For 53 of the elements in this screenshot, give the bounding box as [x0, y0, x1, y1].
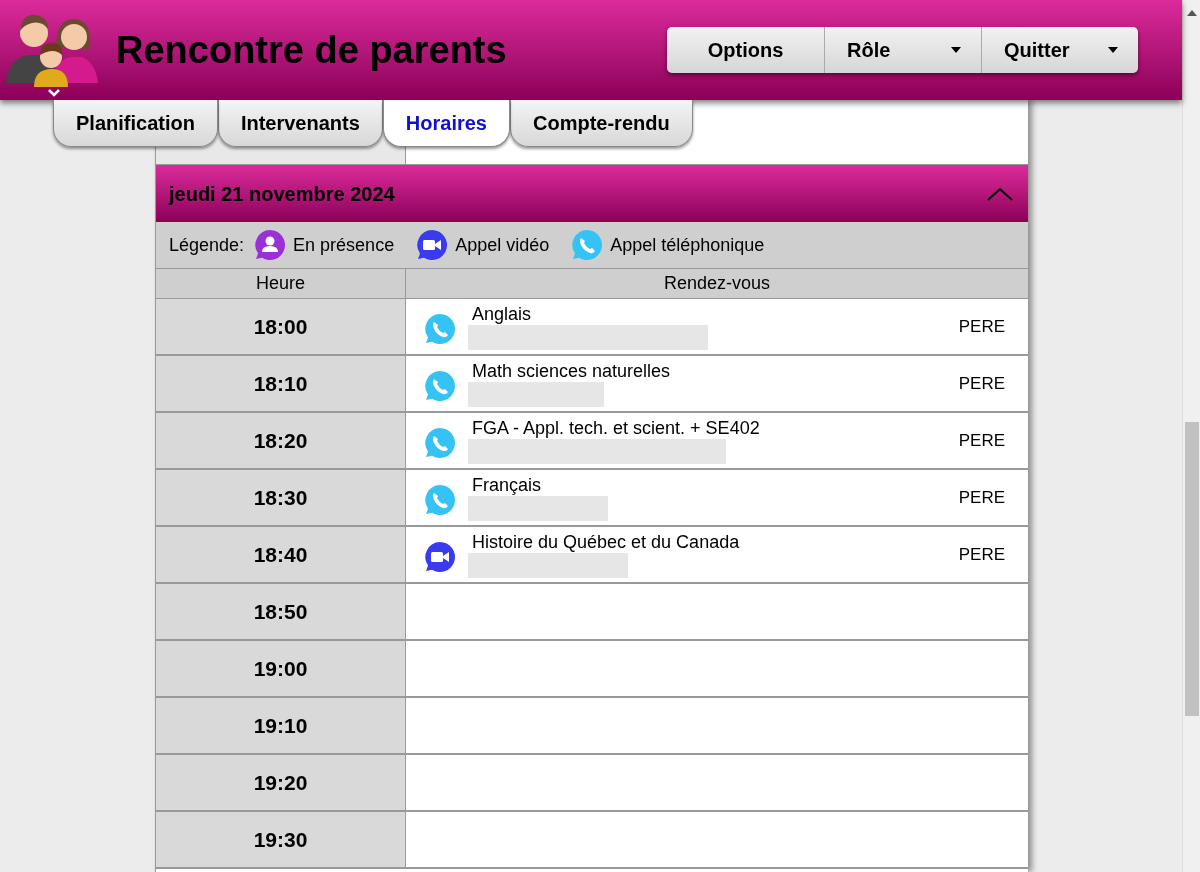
legend-text: Appel téléphonique — [610, 233, 765, 257]
tab[interactable]: Horaires — [382, 100, 510, 147]
appointment-cell[interactable]: Français PERE — [406, 470, 1028, 525]
app-title: Rencontre de parents — [116, 27, 507, 73]
day-title: jeudi 21 novembre 2024 — [169, 181, 395, 207]
time-cell: 18:00 — [156, 299, 406, 354]
scroll-up-icon[interactable] — [1187, 10, 1197, 16]
parent-label: PERE — [958, 543, 1005, 566]
appointment-cell[interactable]: Math sciences naturelles PERE — [406, 356, 1028, 411]
appointment-cell[interactable]: Histoire du Québec et du Canada PERE — [406, 527, 1028, 582]
time-cell: 19:00 — [156, 641, 406, 696]
time-cell: 18:10 — [156, 356, 406, 411]
parent-label: PERE — [958, 429, 1005, 452]
time-cell: 18:20 — [156, 413, 406, 468]
appointment-cell[interactable]: Anglais PERE — [406, 299, 1028, 354]
subject-text: Anglais — [472, 303, 533, 325]
time-cell: 19:10 — [156, 698, 406, 753]
parent-label: PERE — [958, 486, 1005, 509]
time-cell: 18:30 — [156, 470, 406, 525]
menu-button[interactable]: Options — [667, 27, 824, 73]
time-cell: 19:30 — [156, 812, 406, 867]
time-cell: 18:50 — [156, 584, 406, 639]
phone-bubble-icon — [424, 483, 456, 516]
time-cell: 18:40 — [156, 527, 406, 582]
subject-text: Histoire du Québec et du Canada — [472, 531, 740, 553]
phone-bubble-icon — [424, 369, 456, 402]
tab[interactable]: Planification — [53, 100, 218, 147]
menu-button[interactable]: Rôle — [824, 27, 981, 73]
time-cell: 19:20 — [156, 755, 406, 810]
menu-button[interactable]: Quitter — [981, 27, 1138, 73]
legend-text: Appel vidéo — [455, 233, 550, 257]
subject-text: Math sciences naturelles — [472, 360, 671, 382]
phone-bubble-icon — [571, 229, 604, 261]
phone-bubble-icon — [424, 426, 456, 459]
column-header: Rendez-vous — [662, 272, 772, 295]
legend-label: Légende: — [169, 233, 245, 257]
legend-text: En présence — [293, 233, 395, 257]
camera-bubble-icon — [416, 229, 449, 261]
subject-text: Français — [472, 474, 543, 496]
chevron-down-icon[interactable] — [47, 88, 61, 97]
phone-bubble-icon — [424, 312, 456, 345]
person-bubble-icon — [254, 229, 287, 261]
tab[interactable]: Intervenants — [217, 100, 383, 147]
camera-bubble-icon — [424, 540, 456, 573]
column-header: Heure — [156, 269, 406, 298]
scrollbar[interactable] — [1182, 0, 1200, 872]
scroll-thumb[interactable] — [1185, 422, 1199, 716]
parent-label: PERE — [958, 315, 1005, 338]
parent-label: PERE — [958, 372, 1005, 395]
tab[interactable]: Compte-rendu — [510, 100, 693, 147]
appointment-cell[interactable]: FGA - Appl. tech. et scient. + SE402 PERE — [406, 413, 1028, 468]
subject-text: FGA - Appl. tech. et scient. + SE402 — [472, 417, 760, 439]
collapse-icon[interactable] — [986, 185, 1014, 202]
